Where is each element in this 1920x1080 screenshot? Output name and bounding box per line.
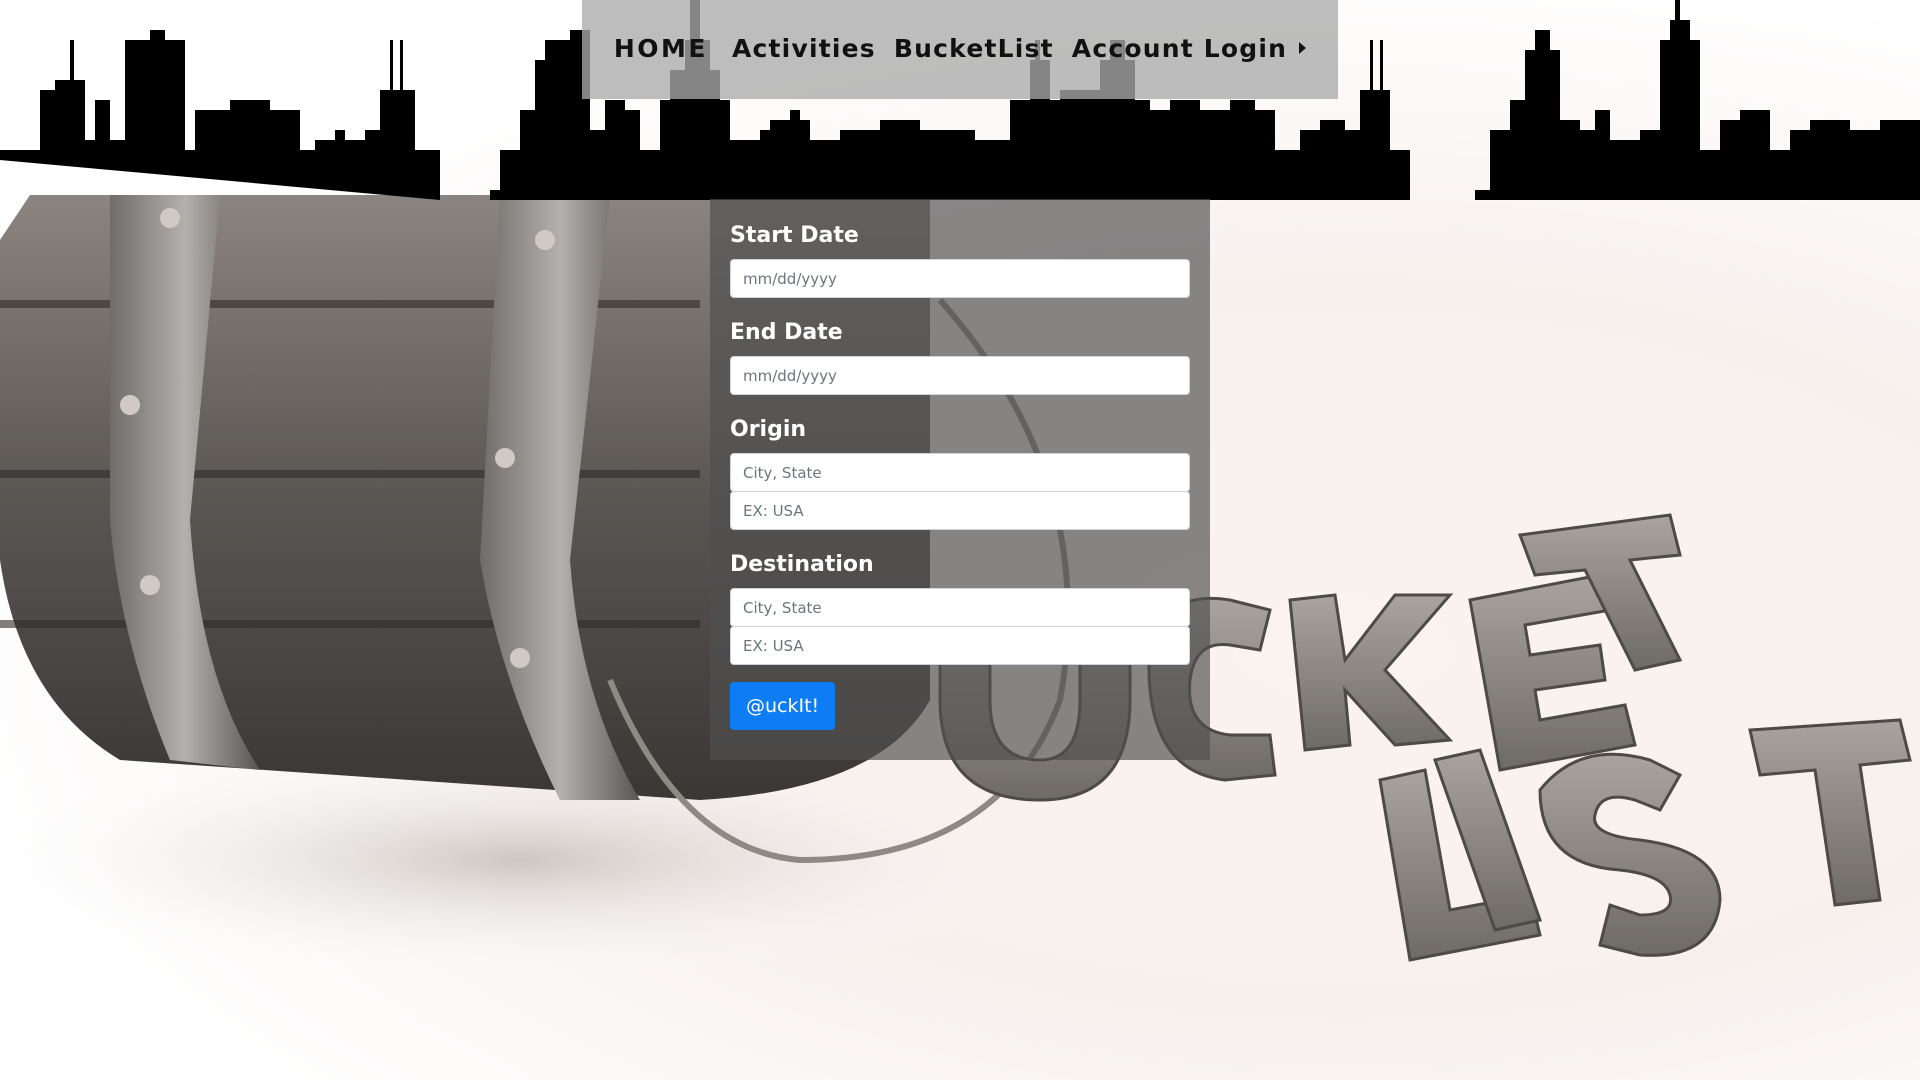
nav-account-login-dropdown[interactable]: Account Login — [1071, 34, 1307, 63]
nav-bucketlist-link[interactable]: BucketList — [894, 34, 1054, 63]
destination-city-input[interactable] — [730, 588, 1190, 627]
start-date-label: Start Date — [730, 223, 859, 248]
end-date-label: End Date — [730, 320, 843, 345]
top-navbar: HOME Activities BucketList Account Login — [582, 0, 1338, 99]
caret-right-icon — [1299, 42, 1307, 54]
origin-city-input[interactable] — [730, 453, 1190, 492]
destination-label: Destination — [730, 552, 874, 577]
origin-label: Origin — [730, 417, 807, 442]
trip-form-panel: Start Date End Date Origin Destination @… — [710, 199, 1210, 760]
submit-button[interactable]: @uckIt! — [730, 682, 836, 730]
nav-activities-link[interactable]: Activities — [732, 34, 876, 63]
origin-country-input[interactable] — [730, 491, 1190, 530]
nav-home-link[interactable]: HOME — [614, 34, 708, 63]
start-date-input[interactable] — [730, 259, 1190, 298]
nav-account-login-label: Account Login — [1071, 34, 1288, 63]
destination-country-input[interactable] — [730, 626, 1190, 665]
page: HOME Activities BucketList Account Login… — [0, 0, 1920, 1080]
end-date-input[interactable] — [730, 356, 1190, 395]
